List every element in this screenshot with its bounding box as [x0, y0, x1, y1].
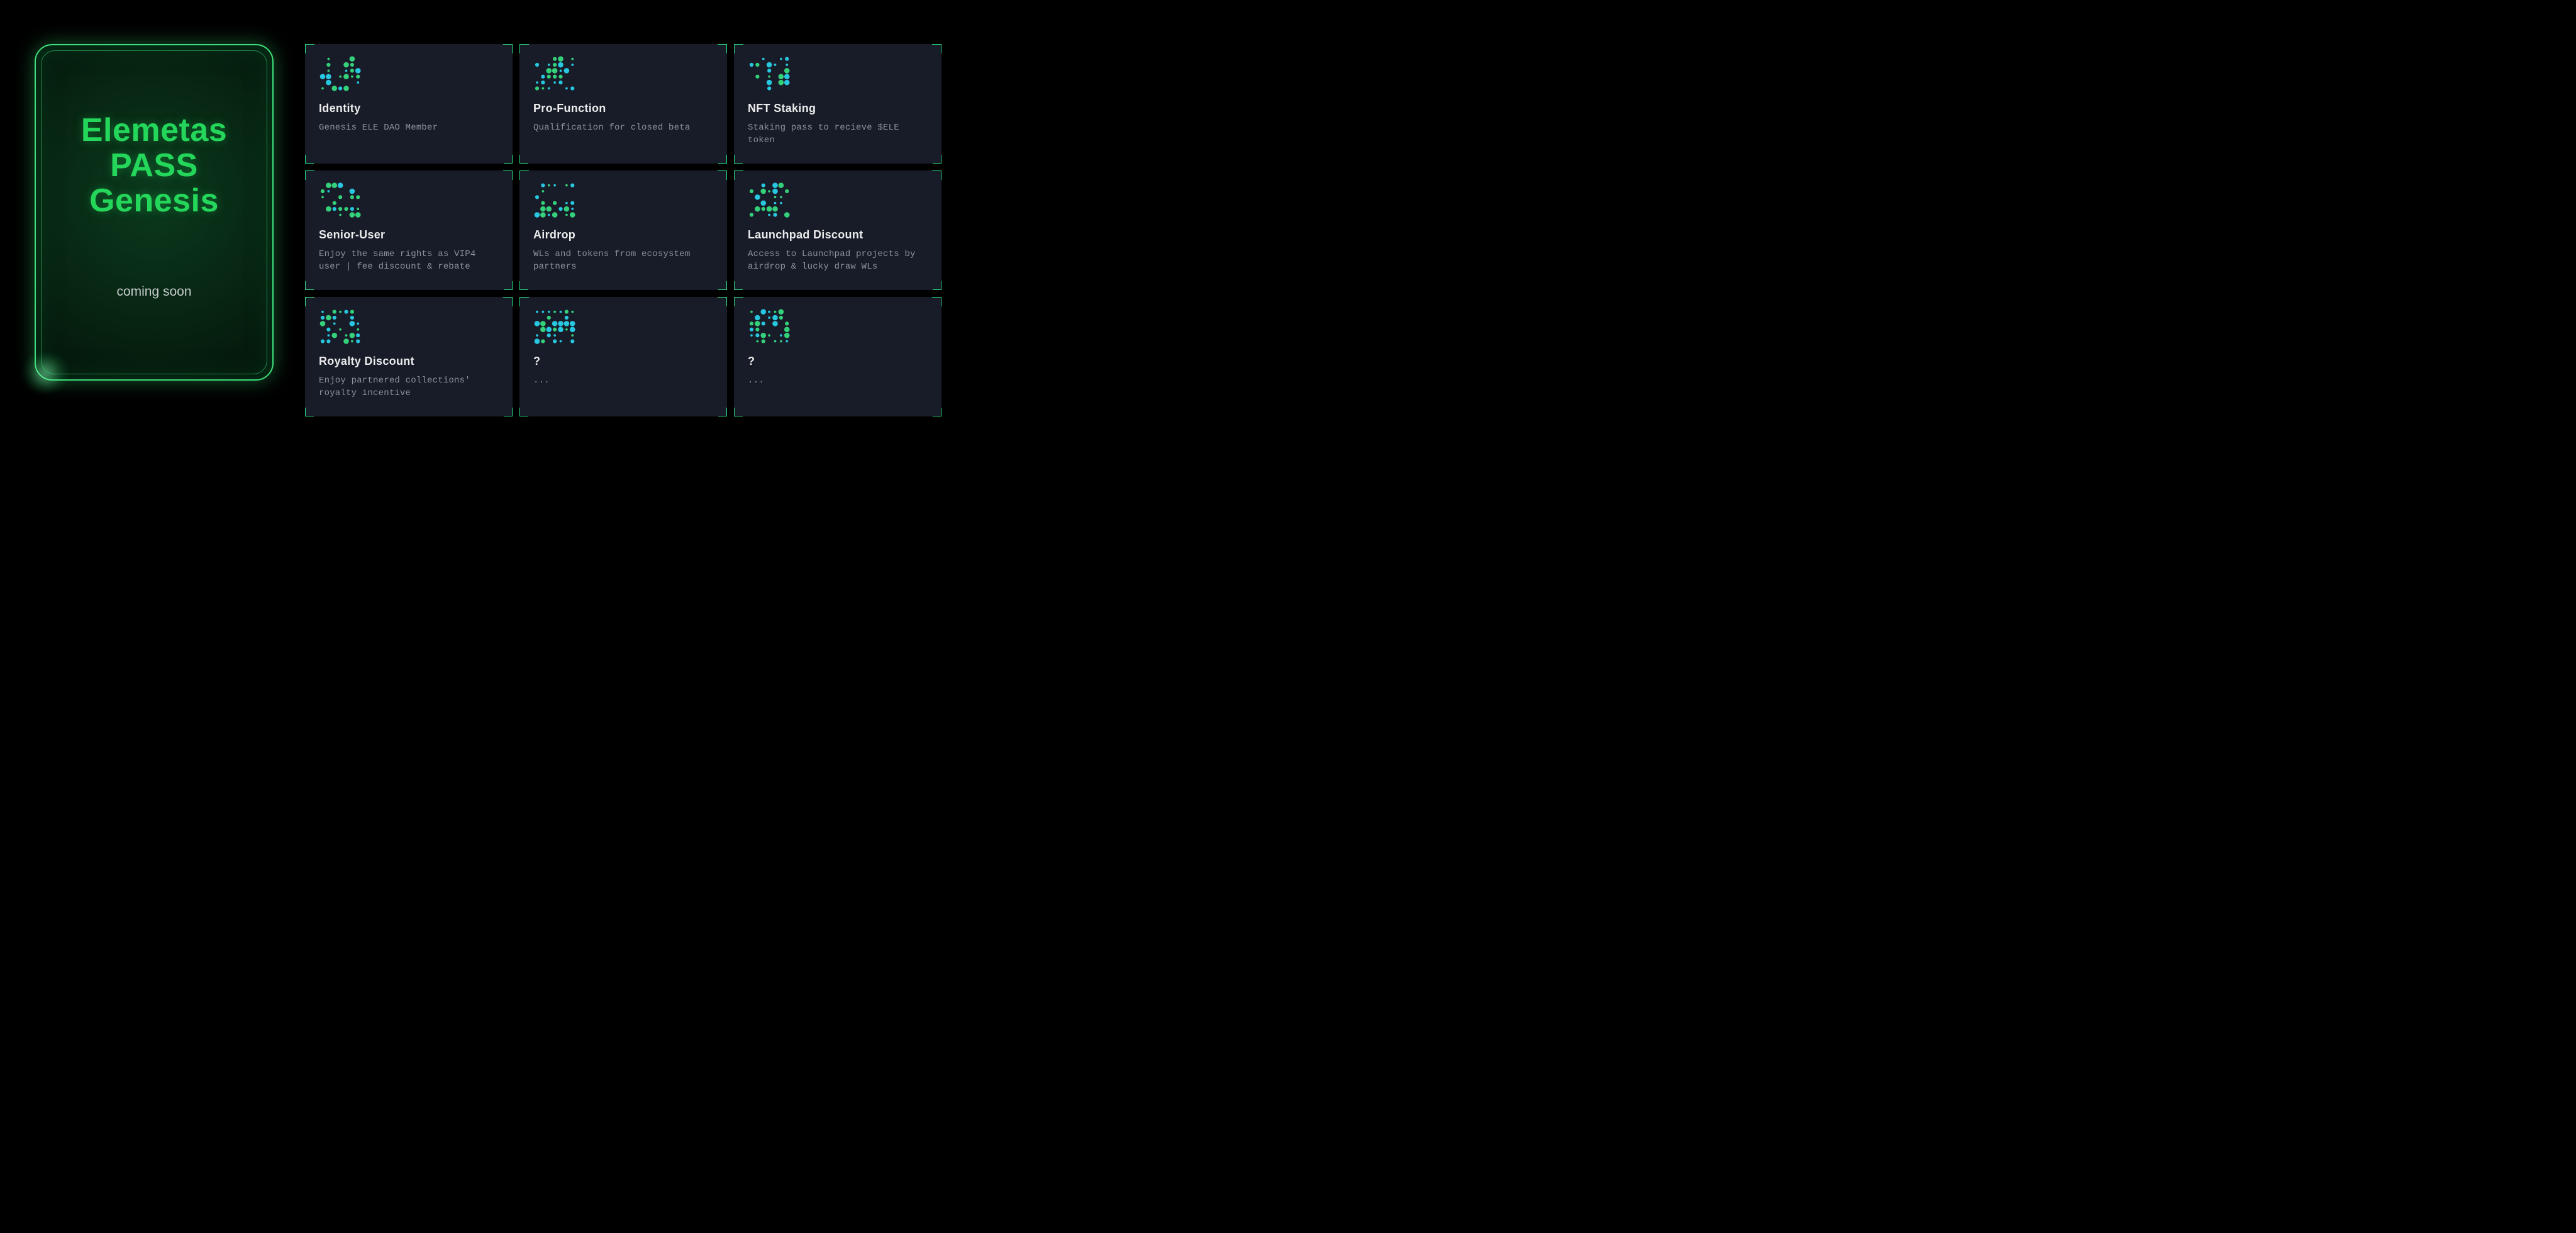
pass-title: Elemetas PASS Genesis — [81, 113, 227, 218]
feature-title: Airdrop — [533, 228, 713, 242]
feature-description: WLs and tokens from ecosystem partners — [533, 248, 713, 274]
feature-title: NFT Staking — [748, 102, 928, 115]
feature-title: Senior-User — [319, 228, 499, 242]
feature-card: Airdrop WLs and tokens from ecosystem par… — [519, 170, 727, 290]
feature-title: Identity — [319, 102, 499, 115]
feature-card: Pro-Function Qualification for closed bet… — [519, 44, 727, 164]
feature-description: Enjoy the same rights as VIP4 user | fee… — [319, 248, 499, 274]
pass-subtitle: coming soon — [116, 284, 191, 299]
feature-title: ? — [748, 355, 928, 368]
dot-grid-icon — [533, 55, 579, 93]
feature-card: Senior-User Enjoy the same rights as VIP4… — [305, 170, 513, 290]
feature-description: Enjoy partnered collections' royalty inc… — [319, 374, 499, 400]
feature-card: ?... — [734, 297, 941, 416]
feature-card: Royalty Discount Enjoy partnered collecti… — [305, 297, 513, 416]
dot-grid-icon — [319, 182, 364, 220]
feature-title: Pro-Function — [533, 102, 713, 115]
feature-description: ... — [533, 374, 713, 387]
feature-card: ?... — [519, 297, 727, 416]
dot-grid-icon — [748, 55, 793, 93]
pass-title-line-1: Elemetas — [81, 112, 227, 148]
pass-title-line-3: Genesis — [89, 182, 219, 219]
feature-card: Identity Genesis ELE DAO Member — [305, 44, 513, 164]
feature-description: ... — [748, 374, 928, 387]
pass-card: Elemetas PASS Genesis coming soon — [35, 44, 274, 381]
feature-description: Staking pass to recieve $ELE token — [748, 121, 928, 147]
dot-grid-icon — [533, 308, 579, 346]
card-glow — [17, 354, 74, 392]
page: Elemetas PASS Genesis coming soon Identi… — [0, 0, 2576, 442]
dot-grid-icon — [319, 55, 364, 93]
feature-grid: Identity Genesis ELE DAO Member Pro-Functi… — [305, 44, 941, 416]
pass-title-line-2: PASS — [110, 147, 198, 184]
feature-description: Access to Launchpad projects by airdrop … — [748, 248, 928, 274]
feature-title: Royalty Discount — [319, 355, 499, 368]
feature-title: ? — [533, 355, 713, 368]
feature-card: Launchpad Discount Access to Launchpad pr… — [734, 170, 941, 290]
feature-description: Genesis ELE DAO Member — [319, 121, 499, 134]
dot-grid-icon — [533, 182, 579, 220]
feature-description: Qualification for closed beta — [533, 121, 713, 134]
dot-grid-icon — [748, 182, 793, 220]
feature-card: NFT Staking Staking pass to recieve $ELE … — [734, 44, 941, 164]
dot-grid-icon — [748, 308, 793, 346]
dot-grid-icon — [319, 308, 364, 346]
feature-title: Launchpad Discount — [748, 228, 928, 242]
